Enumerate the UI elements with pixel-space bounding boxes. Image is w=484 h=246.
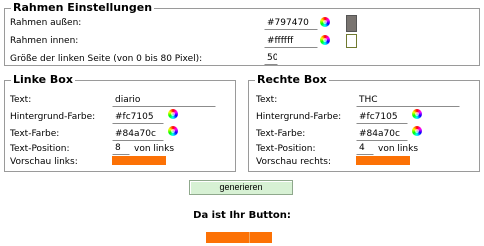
right-pos-input[interactable]: 4 [356,142,374,155]
right-fg-color-picker-icon[interactable] [412,126,422,136]
outer-color-picker-icon[interactable] [320,17,330,27]
left-fg-color-picker-icon[interactable] [168,126,178,136]
result-button-preview [206,232,272,243]
rechte-box-legend: Rechte Box [255,73,329,87]
left-width-label: Größe der linken Seite (von 0 bis 80 Pix… [10,54,203,64]
result-title: Da ist Ihr Button: [193,210,291,221]
left-fg-label: Text-Farbe: [10,129,60,139]
right-fg-input[interactable]: #84a70c [356,128,408,141]
left-fg-input[interactable]: #84a70c [112,128,164,141]
left-bg-input[interactable]: #fc7105 [112,111,164,124]
right-bg-color-picker-icon[interactable] [412,109,422,119]
generate-button[interactable]: generieren [189,180,293,195]
left-preview-label: Vorschau links: [10,157,78,167]
left-bg-label: Hintergrund-Farbe: [10,112,96,122]
right-text-input[interactable]: THC [356,94,460,107]
rahmen-legend: Rahmen Einstellungen [11,1,155,15]
left-bg-color-picker-icon[interactable] [168,109,178,119]
right-text-label: Text: [256,95,278,105]
left-pos-suffix: von links [134,144,175,154]
right-preview-swatch [356,156,410,165]
left-text-label: Text: [10,95,32,105]
outer-border-swatch [346,15,357,32]
right-bg-label: Hintergrund-Farbe: [256,112,342,122]
right-fg-label: Text-Farbe: [256,129,306,139]
inner-border-label: Rahmen innen: [10,36,79,46]
right-pos-suffix: von links [378,144,419,154]
result-right-half [250,232,272,243]
left-width-input[interactable]: 50 [264,52,278,65]
left-pos-label: Text-Position: [10,144,70,154]
left-text-input[interactable]: diario [112,94,216,107]
inner-border-input[interactable]: #ffffff [264,35,318,48]
right-preview-label: Vorschau rechts: [256,157,332,167]
left-pos-input[interactable]: 8 [112,142,130,155]
right-bg-input[interactable]: #fc7105 [356,111,408,124]
outer-border-input[interactable]: #797470 [264,17,318,30]
inner-color-picker-icon[interactable] [320,35,330,45]
inner-border-swatch [346,34,357,48]
linke-box-legend: Linke Box [11,73,75,87]
right-pos-label: Text-Position: [256,144,316,154]
left-preview-swatch [112,156,166,165]
outer-border-label: Rahmen außen: [10,18,82,28]
result-left-half [206,232,249,243]
